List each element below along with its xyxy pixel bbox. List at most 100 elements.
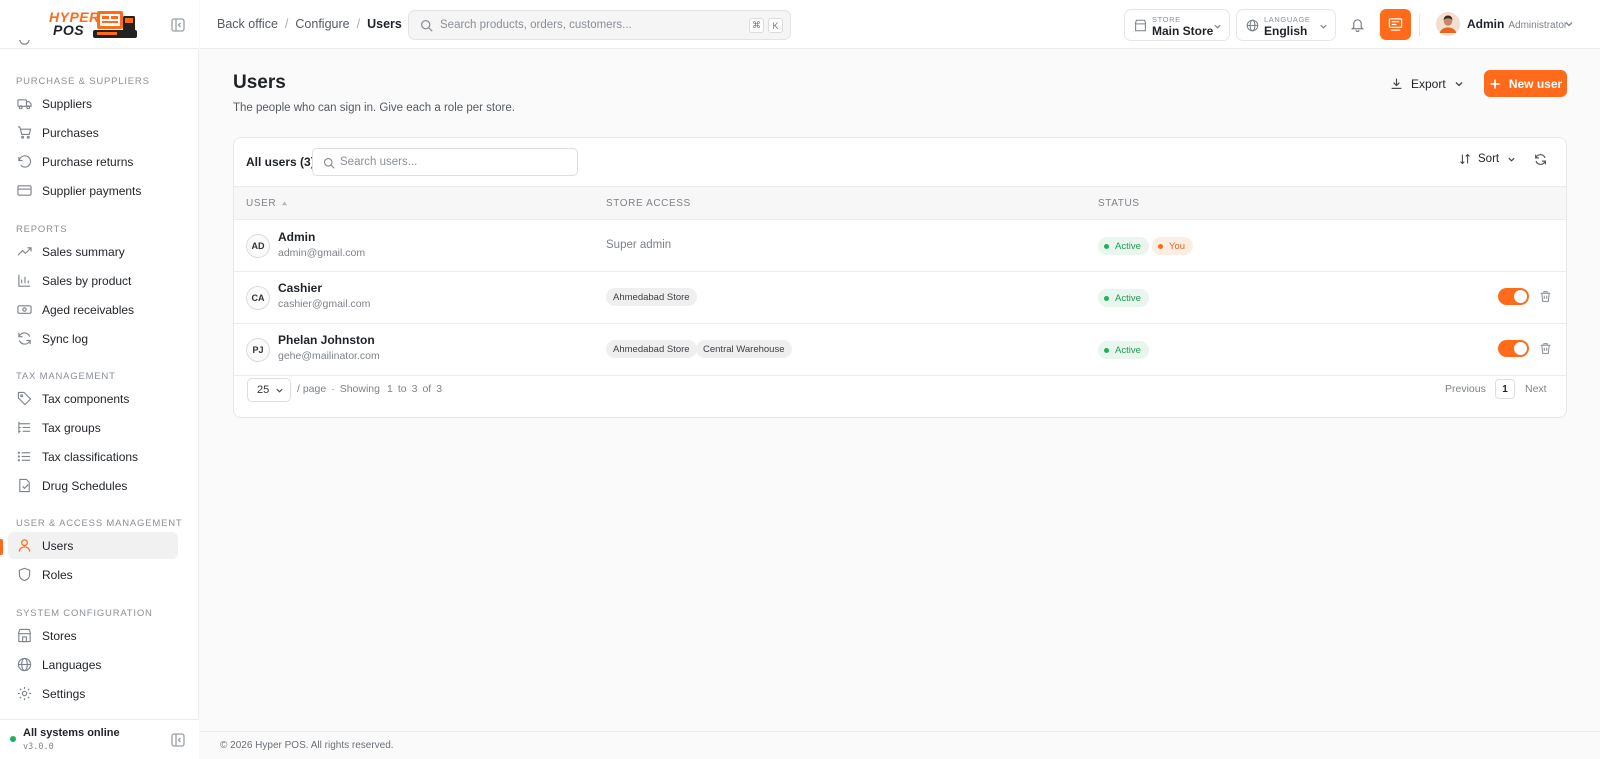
status-badge-label: Active xyxy=(1115,344,1141,356)
sidebar-item-label: Tax components xyxy=(42,391,130,406)
sort-asc-icon xyxy=(282,201,288,206)
collapse-sidebar-icon[interactable] xyxy=(170,17,186,33)
store-icon xyxy=(17,628,32,643)
sort-button[interactable]: Sort xyxy=(1459,153,1516,165)
table-title: All users (3) xyxy=(246,155,315,169)
user-icon xyxy=(18,539,31,552)
sidebar-item-aged-receivables[interactable]: Aged receivables xyxy=(8,296,178,323)
sidebar-item-label: Tax groups xyxy=(42,420,101,435)
store-selector[interactable]: STORE Main Store xyxy=(1124,9,1230,41)
chevron-down-icon[interactable] xyxy=(1564,19,1574,29)
brand-logo[interactable]: HYPER POS xyxy=(49,9,139,41)
column-user[interactable]: USER xyxy=(246,198,288,209)
new-user-button[interactable]: New user xyxy=(1484,70,1567,97)
sidebar-section-tax: TAX MANAGEMENT xyxy=(16,371,116,382)
user-enabled-toggle[interactable] xyxy=(1498,288,1529,305)
store-tag: Ahmedabad Store xyxy=(606,340,697,358)
sidebar-item-tax-groups[interactable]: Tax groups xyxy=(8,414,178,441)
sidebar-item-tax-components[interactable]: Tax components xyxy=(8,385,178,412)
sidebar-item-users[interactable]: Users xyxy=(8,532,178,559)
language-selector[interactable]: LANGUAGE English xyxy=(1236,9,1336,41)
user-name: Admin xyxy=(1467,17,1505,31)
sidebar-item-settings[interactable]: Settings xyxy=(8,680,178,707)
system-status-bar: All systems online v3.0.0 xyxy=(0,719,199,759)
showing-label: Showing xyxy=(339,383,380,395)
sidebar-item-label: Sales summary xyxy=(42,244,125,259)
page-size-value: 25 xyxy=(257,384,270,396)
search-icon xyxy=(420,19,433,32)
user-enabled-toggle[interactable] xyxy=(1498,340,1529,357)
pos-terminal-icon xyxy=(93,11,137,38)
range-of-word: of xyxy=(422,383,432,395)
sidebar-item-drug-schedules[interactable]: Drug Schedules xyxy=(8,472,178,499)
sort-label: Sort xyxy=(1478,153,1500,165)
trash-icon[interactable] xyxy=(1539,342,1552,355)
pagination-summary: / page · Showing 1 to 3 of 3 xyxy=(297,383,442,395)
you-badge: You xyxy=(1152,237,1194,255)
shortcut-cmd-key: ⌘ xyxy=(749,18,764,33)
sidebar-section-system: SYSTEM CONFIGURATION xyxy=(16,608,153,619)
chevron-down-icon xyxy=(1320,24,1327,29)
sidebar-item-tax-classifications[interactable]: Tax classifications xyxy=(8,443,178,470)
current-page-button[interactable]: 1 xyxy=(1495,379,1515,399)
trash-icon[interactable] xyxy=(1539,290,1552,303)
range-from: 1 xyxy=(386,383,393,395)
user-email-cell: admin@gmail.com xyxy=(278,247,366,259)
user-search-input[interactable]: Search users... xyxy=(312,148,578,176)
sidebar-item-label: Aged receivables xyxy=(42,302,135,317)
summary-separator: · xyxy=(331,383,335,395)
chevron-down-icon xyxy=(1508,157,1515,162)
collapse-panel-icon[interactable] xyxy=(170,732,186,748)
sidebar-item-label: Suppliers xyxy=(42,96,93,111)
language-value: English xyxy=(1264,24,1308,38)
globe-icon xyxy=(17,657,32,672)
breadcrumb-back-office[interactable]: Back office xyxy=(217,17,278,31)
store-access-text: Super admin xyxy=(606,239,672,251)
sidebar-item-label: Roles xyxy=(42,567,73,582)
per-page-label: / page xyxy=(297,383,327,395)
avatar[interactable] xyxy=(1436,12,1460,36)
previous-page-button[interactable]: Previous xyxy=(1445,383,1486,395)
copyright-text: © 2026 Hyper POS. All rights reserved. xyxy=(220,740,394,751)
export-button[interactable]: Export xyxy=(1390,70,1470,97)
global-search-input[interactable]: Search products, orders, customers... ⌘ … xyxy=(408,10,791,40)
sidebar-item-roles[interactable]: Roles xyxy=(8,561,178,588)
sidebar-item-label: Sync log xyxy=(42,331,89,346)
sidebar-item-purchases[interactable]: Purchases xyxy=(8,119,178,146)
user-email-cell: cashier@gmail.com xyxy=(278,298,371,310)
header-divider xyxy=(1419,14,1420,36)
sidebar-item-supplier-payments[interactable]: Supplier payments xyxy=(8,177,178,204)
column-user-label: USER xyxy=(246,198,277,209)
page-size-select[interactable]: 25 xyxy=(247,378,291,402)
cropped-item-icon xyxy=(17,40,32,49)
sidebar-item-sales-summary[interactable]: Sales summary xyxy=(8,238,178,265)
search-icon xyxy=(323,157,335,169)
sidebar-item-suppliers[interactable]: Suppliers xyxy=(8,90,178,117)
sidebar-item-stores[interactable]: Stores xyxy=(8,622,178,649)
sort-icon xyxy=(1460,153,1470,165)
global-search-placeholder: Search products, orders, customers... xyxy=(440,19,632,31)
table-row: AD Admin admin@gmail.com Super admin Act… xyxy=(234,220,1566,272)
tag-icon xyxy=(17,391,32,406)
pos-register-button[interactable] xyxy=(1380,9,1411,40)
list-icon xyxy=(17,451,31,462)
user-menu[interactable]: Admin Administrator xyxy=(1467,17,1567,31)
status-badge-label: Active xyxy=(1115,292,1141,304)
bell-icon[interactable] xyxy=(1350,17,1365,32)
bar-chart-icon xyxy=(18,274,31,287)
shield-icon xyxy=(18,567,31,582)
next-page-button[interactable]: Next xyxy=(1525,383,1547,395)
download-icon xyxy=(1391,78,1402,89)
sidebar-item-sales-by-product[interactable]: Sales by product xyxy=(8,267,178,294)
sidebar-item-purchase-returns[interactable]: Purchase returns xyxy=(8,148,178,175)
user-search-placeholder: Search users... xyxy=(340,156,418,168)
sidebar-item-sync-log[interactable]: Sync log xyxy=(8,325,178,352)
undo-icon xyxy=(18,155,32,168)
breadcrumb-configure[interactable]: Configure xyxy=(295,17,349,31)
user-name-cell: Phelan Johnston xyxy=(278,333,375,347)
refresh-icon[interactable] xyxy=(1534,153,1547,166)
sidebar-item-label: Supplier payments xyxy=(42,183,142,198)
store-tag: Ahmedabad Store xyxy=(606,288,697,306)
sidebar-item-label: Sales by product xyxy=(42,273,132,288)
sidebar-item-languages[interactable]: Languages xyxy=(8,651,178,678)
